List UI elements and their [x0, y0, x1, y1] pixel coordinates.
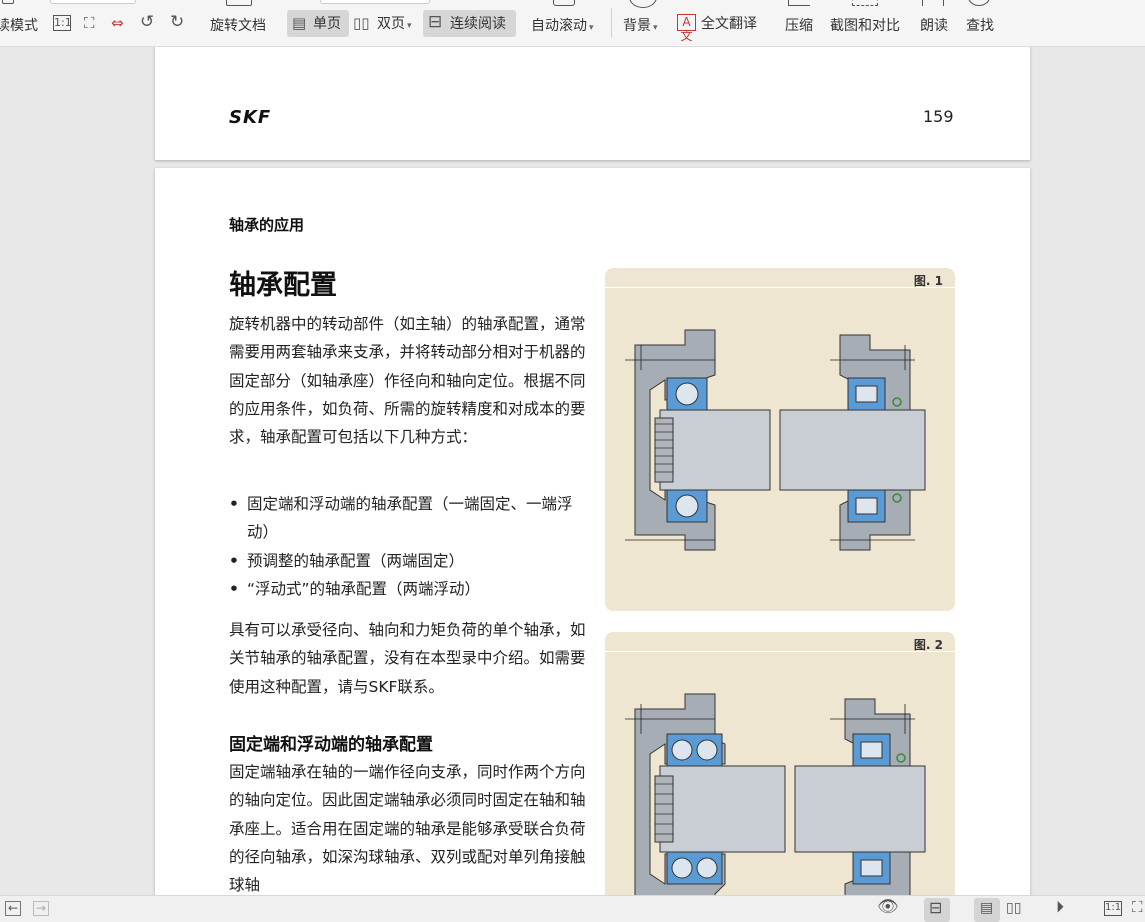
zoom-input[interactable]	[50, 0, 136, 4]
figure-1-label: 图. 1	[913, 274, 943, 288]
rotate-doc-icon	[226, 0, 252, 6]
fit-page-icon[interactable]: ⛶	[84, 14, 95, 32]
figure-label-bar	[605, 632, 955, 652]
list-item: 预调整的轴承配置（两端固定）	[229, 547, 589, 576]
page-previous: SKF 159	[155, 47, 1030, 160]
figure-2: 图. 2	[605, 632, 955, 895]
find-button[interactable]: 查找	[966, 17, 994, 35]
continuous-read-label: 连续阅读	[450, 16, 506, 32]
background-button[interactable]: 背景 ▾	[623, 17, 658, 37]
double-page-button[interactable]: 双页 ▾	[377, 15, 412, 35]
list-item: “浮动式”的轴承配置（两端浮动）	[229, 575, 589, 604]
single-page-label: 单页	[313, 16, 341, 32]
screenshot-icon	[852, 0, 878, 6]
document-viewport[interactable]: SKF 159 轴承的应用 轴承配置 旋转机器中的转动部件（如主轴）的轴承配置，…	[0, 47, 1145, 895]
page-title: 轴承配置	[229, 270, 337, 301]
bearing-arrangement-drawing-2	[625, 693, 926, 895]
page-input[interactable]	[320, 0, 430, 4]
read-aloud-button[interactable]: 朗读	[920, 17, 948, 35]
fit-width-icon[interactable]: ⇔	[111, 14, 124, 32]
continuous-read-icon: ⊟	[428, 12, 443, 32]
toolbar-divider	[611, 8, 612, 38]
single-page-status-icon: ▤	[980, 900, 994, 916]
figure-1: 图. 1	[605, 268, 955, 611]
translate-icon[interactable]: A文	[677, 14, 696, 43]
bullet-list: 固定端和浮动端的轴承配置（一端固定、一端浮动） 预调整的轴承配置（两端固定） “…	[229, 490, 589, 603]
search-icon	[968, 0, 990, 6]
previous-view-icon[interactable]: ←	[5, 901, 21, 916]
rotate-left-icon[interactable]: ↺	[140, 13, 154, 31]
intro-paragraph: 旋转机器中的转动部件（如主轴）的轴承配置，通常需要用两套轴承来支承，并将转动部分…	[229, 315, 586, 447]
page-number: 159	[923, 107, 954, 126]
double-page-icon[interactable]: ▯▯	[353, 14, 370, 32]
fit-page-status-icon[interactable]: ⛶	[1132, 899, 1143, 915]
play-icon[interactable]: ⏵	[1056, 899, 1064, 915]
page-current: 轴承的应用 轴承配置 旋转机器中的转动部件（如主轴）的轴承配置，通常需要用两套轴…	[155, 168, 1030, 895]
screenshot-compare-button[interactable]: 截图和对比	[830, 17, 900, 35]
auto-scroll-label: 自动滚动	[531, 18, 587, 34]
double-page-status-icon[interactable]: ▯▯	[1006, 900, 1021, 916]
read-aloud-icon	[922, 0, 944, 6]
skf-logo: SKF	[229, 107, 272, 128]
eye-protection-icon[interactable]: 👁	[877, 899, 899, 916]
single-page-icon: ▤	[292, 14, 307, 32]
chevron-down-icon: ▾	[653, 23, 658, 33]
subheading: 固定端和浮动端的轴承配置	[229, 735, 433, 755]
list-item: 固定端和浮动端的轴承配置（一端固定、一端浮动）	[229, 490, 589, 547]
paragraph-2: 具有可以承受径向、轴向和力矩负荷的单个轴承，如关节轴承的轴承配置，没有在本型录中…	[229, 621, 586, 696]
figure-2-label: 图. 2	[913, 638, 943, 652]
read-mode-button[interactable]: 读模式	[0, 17, 38, 35]
double-page-label: 双页	[377, 16, 405, 32]
actual-size-status-icon[interactable]: 1:1	[1104, 901, 1122, 916]
compress-button[interactable]: 压缩	[785, 17, 813, 35]
paragraph-3: 固定端轴承在轴的一端作径向支承，同时作两个方向的轴向定位。因此固定端轴承必须同时…	[229, 763, 586, 895]
rotate-right-icon[interactable]: ↻	[170, 13, 184, 31]
continuous-mode-icon: ⊟	[929, 898, 943, 917]
translate-button[interactable]: 全文翻译	[701, 15, 757, 33]
next-view-icon[interactable]: →	[33, 901, 49, 916]
background-label: 背景	[623, 18, 651, 34]
figure-label-bar	[605, 268, 955, 288]
chevron-down-icon: ▾	[589, 23, 594, 33]
section-label: 轴承的应用	[229, 216, 305, 234]
rotate-doc-button[interactable]: 旋转文档	[210, 17, 266, 35]
auto-scroll-icon	[553, 0, 575, 6]
compress-icon	[788, 0, 810, 6]
status-bar: ← → 👁 ⊟ ▤ ▯▯ ⏵ 1:1 ⛶	[0, 895, 1145, 922]
chevron-down-icon: ▾	[407, 21, 412, 31]
bearing-arrangement-drawing-1	[625, 329, 926, 551]
background-icon	[629, 0, 657, 8]
auto-scroll-button[interactable]: 自动滚动 ▾	[531, 17, 594, 37]
mode-icon	[2, 0, 14, 4]
toolbar: 读模式 1:1 ⛶ ⇔ ↺ ↻ 旋转文档 ▤ 单页 ▯▯ 双页 ▾ ⊟ 连续阅读 …	[0, 0, 1145, 47]
actual-size-icon[interactable]: 1:1	[53, 15, 72, 31]
